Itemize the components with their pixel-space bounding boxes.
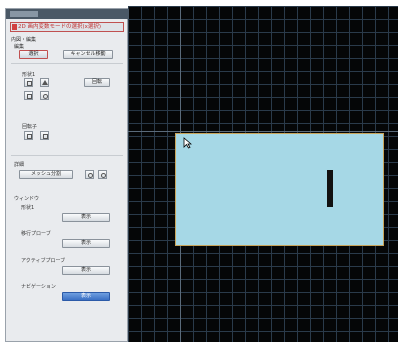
mouse-cursor-icon — [183, 137, 192, 149]
divider — [11, 63, 123, 64]
zoom-out-icon[interactable] — [98, 170, 107, 179]
model-rectangle[interactable] — [175, 133, 384, 246]
window-shape-show-label: 表示 — [80, 214, 91, 220]
panel-tab[interactable] — [10, 11, 38, 17]
window-navigate-label: ナビゲーション — [21, 284, 56, 290]
window-active-show-button[interactable]: 表示 — [62, 266, 110, 275]
section-edit-label: 編集 — [14, 44, 25, 50]
circle-tool-icon[interactable] — [40, 91, 49, 100]
triangle-tool-icon[interactable] — [40, 78, 49, 87]
drawing-viewport[interactable] — [128, 6, 398, 342]
rotor-tool-1-icon[interactable] — [24, 131, 33, 140]
cancel-move-label: キャンセル移動 — [70, 51, 106, 57]
cancel-move-button[interactable]: キャンセル移動 — [63, 50, 113, 59]
rotor-group-label: 回転子 — [22, 124, 38, 130]
mesh-split-label: メッシュ分割 — [30, 171, 61, 177]
rectangle-tool-icon[interactable] — [24, 78, 33, 87]
mesh-section-label: 詳細 — [14, 162, 25, 168]
window-pointer-show-label: 表示 — [80, 240, 91, 246]
window-pointer-label: 移行プローブ — [21, 231, 51, 237]
panel-header-bar — [6, 9, 129, 19]
select-button[interactable]: 選択 — [19, 50, 48, 59]
section-main-label: 内図・編集 — [11, 37, 37, 43]
shapes-group-label: 形状1 — [22, 72, 36, 78]
mode-title-text: 2D 画内変数モードの選択(x選択) — [18, 24, 102, 30]
window-navigate-show-label: 表示 — [80, 293, 91, 299]
polygon-tool-icon[interactable] — [24, 91, 33, 100]
close-icon[interactable] — [12, 24, 17, 30]
model-bar[interactable] — [327, 170, 333, 207]
mesh-split-button[interactable]: メッシュ分割 — [19, 170, 73, 179]
select-button-label: 選択 — [28, 51, 39, 57]
rotor-tool-2-icon[interactable] — [40, 131, 49, 140]
rotate-button[interactable]: 回転 — [84, 78, 110, 87]
window-active-show-label: 表示 — [80, 267, 91, 273]
window-shape-show-button[interactable]: 表示 — [62, 213, 110, 222]
window-section-label: ウィンドウ — [14, 196, 40, 202]
divider — [11, 155, 123, 156]
window-active-label: アクティブプローブ — [21, 258, 66, 264]
zoom-in-icon[interactable] — [85, 170, 94, 179]
mode-title[interactable]: 2D 画内変数モードの選択(x選択) — [10, 22, 124, 32]
window-pointer-show-button[interactable]: 表示 — [62, 239, 110, 248]
horizontal-axis-line — [128, 131, 398, 132]
window-navigate-show-button[interactable]: 表示 — [62, 292, 110, 301]
tool-panel: 2D 画内変数モードの選択(x選択) 内図・編集 編集 選択 キャンセル移動 形… — [5, 8, 129, 342]
window-shape-label: 形状1 — [21, 205, 35, 211]
rotate-label: 回転 — [91, 79, 102, 85]
